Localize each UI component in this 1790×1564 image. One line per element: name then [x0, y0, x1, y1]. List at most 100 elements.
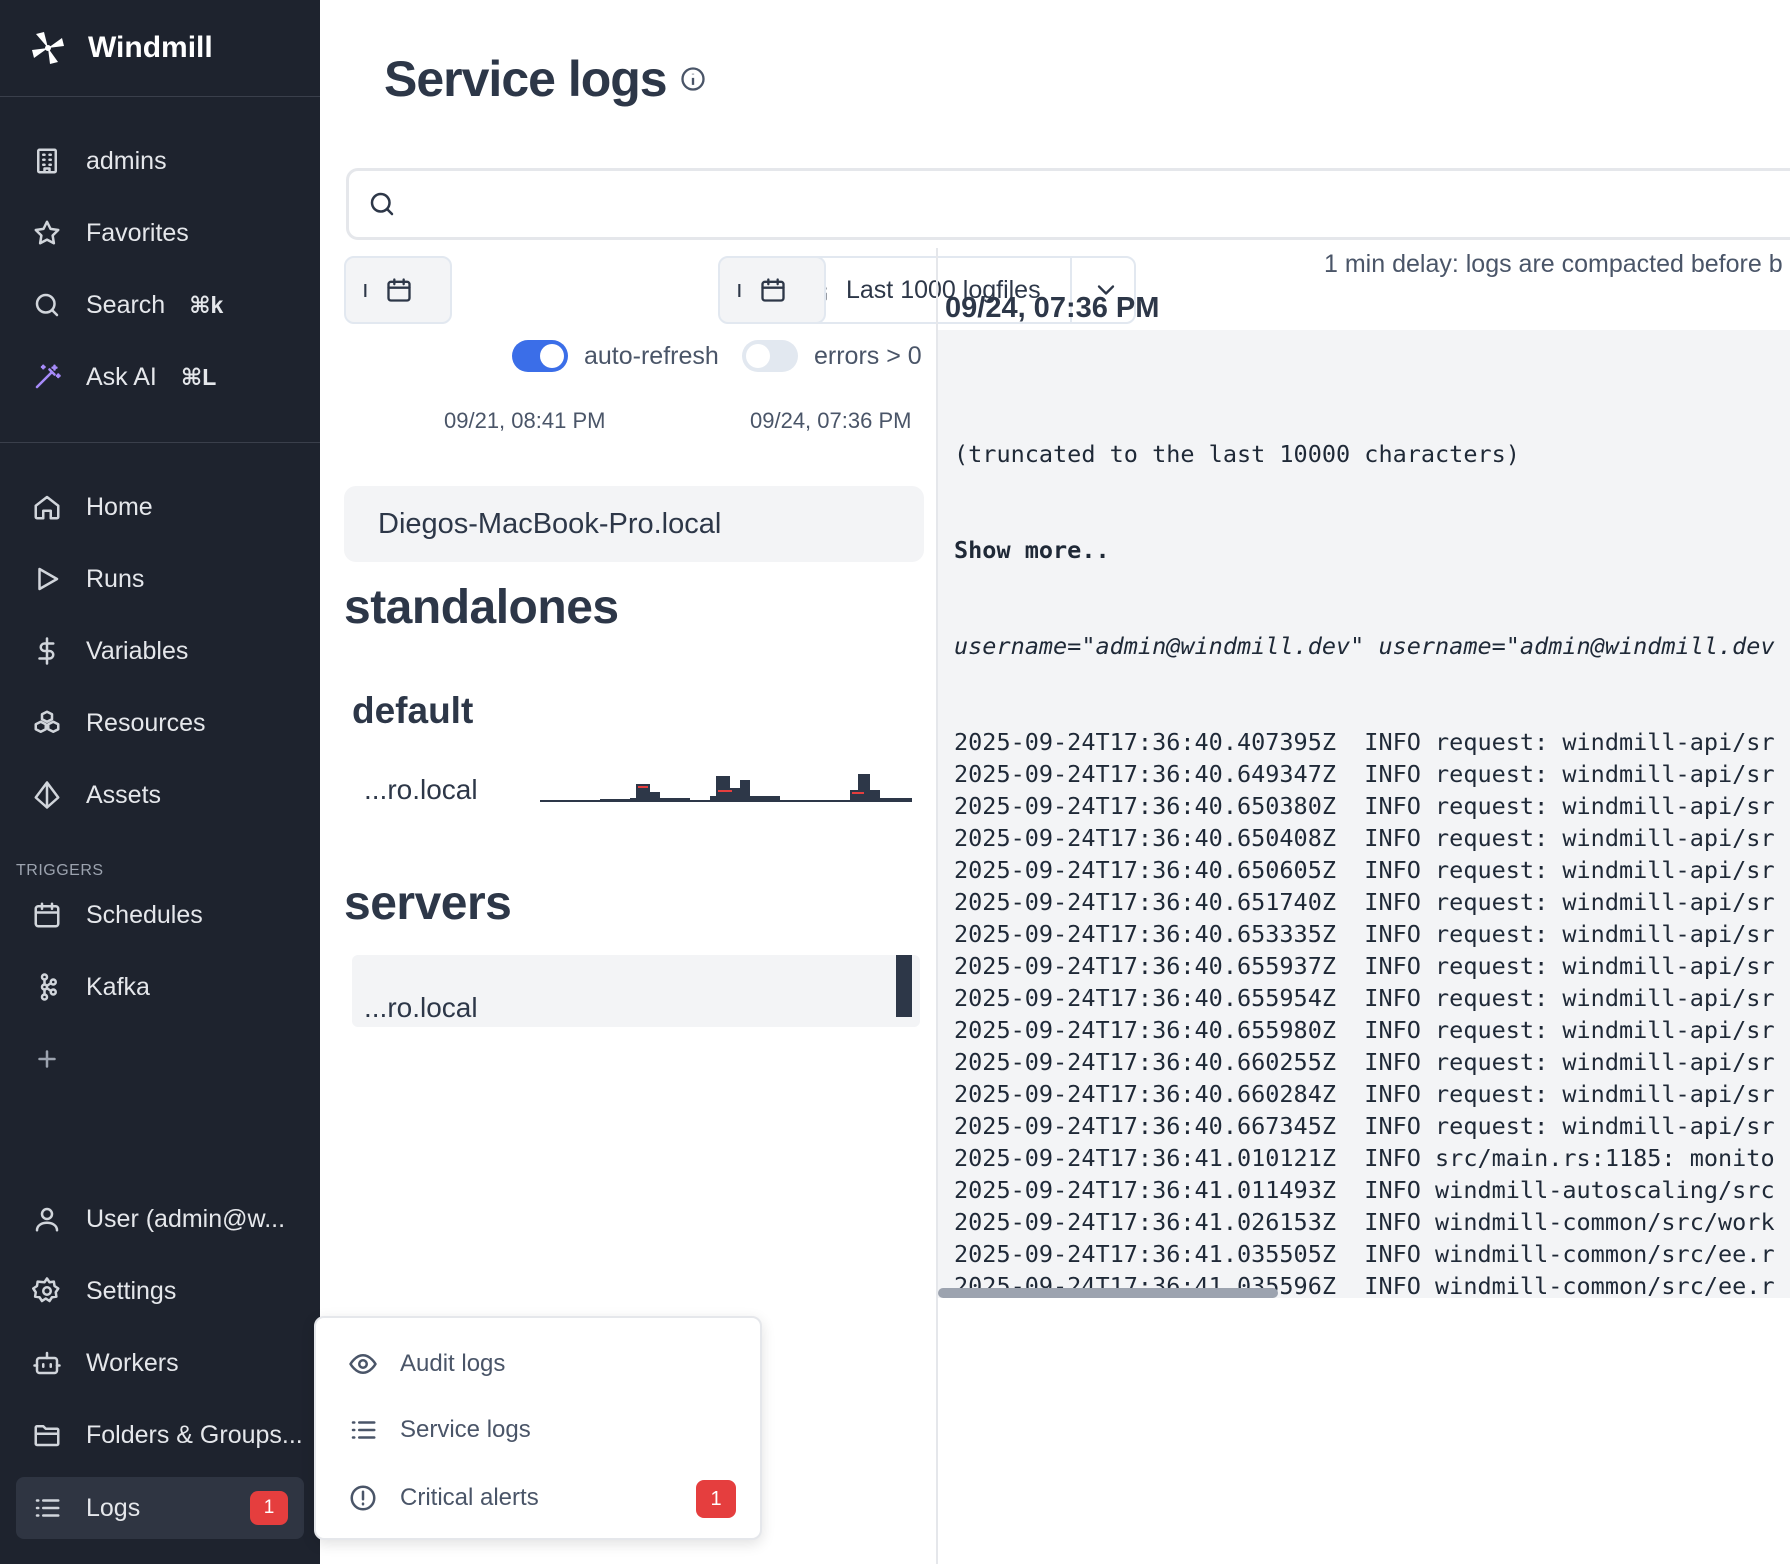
menu-item-service-logs[interactable]: Service logs [332, 1402, 744, 1458]
eye-icon [349, 1354, 377, 1374]
log-line: 2025-09-24T17:36:40.655937Z INFO request… [954, 952, 1775, 980]
logs-alert-badge: 1 [250, 1491, 288, 1525]
gear-icon [32, 1277, 60, 1303]
building-icon [37, 148, 57, 174]
sidebar-item-label: Logs [86, 1493, 141, 1522]
show-more-link[interactable]: Show more.. [954, 534, 1775, 566]
sidebar-item-user[interactable]: User (admin@w... [16, 1189, 304, 1249]
default-host-label[interactable]: ...ro.local [364, 774, 478, 806]
critical-alerts-badge: 1 [696, 1480, 736, 1518]
sidebar-item-search[interactable]: Search ⌘k [16, 275, 304, 335]
sidebar-item-logs[interactable]: Logs 1 [16, 1477, 304, 1539]
menu-item-label: Audit logs [400, 1350, 506, 1377]
sidebar-item-workers[interactable]: Workers [16, 1333, 304, 1393]
sidebar-item-schedules[interactable]: Schedules [16, 885, 304, 945]
shortcut-hint: ⌘k [189, 291, 224, 318]
standalones-heading: standalones [344, 581, 619, 634]
sidebar-item-variables[interactable]: Variables [16, 621, 304, 681]
auto-refresh-toggle[interactable] [512, 340, 568, 372]
sidebar-item-label: Variables [86, 636, 189, 665]
calendar-icon [34, 902, 60, 928]
sidebar-item-label: Settings [86, 1276, 177, 1305]
log-content[interactable]: (truncated to the last 10000 characters)… [938, 330, 1790, 1298]
shortcut-hint: ⌘L [180, 363, 217, 390]
triggers-section-label: TRIGGERS [16, 862, 104, 879]
range-start: 09/21, 08:41 PM [444, 408, 606, 433]
windmill-logo-icon [32, 32, 64, 64]
toggle-knob [746, 344, 770, 368]
play-icon [38, 567, 59, 591]
sidebar-item-runs[interactable]: Runs [16, 549, 304, 609]
log-line: 2025-09-24T17:36:40.660255Z INFO request… [954, 1048, 1775, 1076]
auto-refresh-label: auto-refresh [584, 342, 719, 370]
server-host-label[interactable]: ...ro.local [364, 992, 478, 1024]
sidebar-item-label: Resources [86, 708, 206, 737]
brand[interactable]: Windmill [0, 0, 320, 97]
kafka-icon [40, 973, 57, 1001]
search-input[interactable] [413, 190, 1613, 218]
server-activity-bar [896, 955, 912, 1017]
start-date-button[interactable]: ı [344, 256, 452, 324]
sidebar-item-resources[interactable]: Resources [16, 693, 304, 753]
end-date-button[interactable]: ı [718, 256, 826, 324]
list-icon [351, 1421, 376, 1439]
date-input-cursor: ı [362, 276, 369, 303]
selected-host[interactable]: Diegos-MacBook-Pro.local [344, 486, 924, 562]
boxes-icon [34, 710, 60, 733]
menu-item-critical-alerts[interactable]: Critical alerts 1 [332, 1470, 744, 1526]
log-line: 2025-09-24T17:36:40.650380Z INFO request… [954, 792, 1775, 820]
errors-filter-label: errors > 0 [814, 342, 922, 370]
sidebar-item-favorites[interactable]: Favorites [16, 203, 304, 263]
log-line: 2025-09-24T17:36:41.035505Z INFO windmil… [954, 1240, 1775, 1268]
user-icon [35, 1207, 59, 1232]
sidebar-item-kafka[interactable]: Kafka [16, 957, 304, 1017]
add-trigger-button[interactable] [16, 1029, 304, 1089]
sidebar-item-label: User (admin@w... [86, 1204, 286, 1233]
sidebar-item-label: Folders & Groups... [86, 1420, 303, 1449]
info-icon[interactable] [679, 65, 707, 93]
range-end: 09/24, 07:36 PM [750, 408, 912, 433]
sidebar-item-label: Favorites [86, 218, 189, 247]
page-title: Service logs [384, 50, 707, 108]
date-input-cursor: ı [736, 276, 743, 303]
log-line: 2025-09-24T17:36:40.651740Z INFO request… [954, 888, 1775, 916]
home-icon [34, 495, 60, 520]
sidebar-item-settings[interactable]: Settings [16, 1261, 304, 1321]
servers-heading: servers [344, 877, 512, 930]
log-line: 2025-09-24T17:36:41.011493Z INFO windmil… [954, 1176, 1775, 1204]
log-line: 2025-09-24T17:36:40.655980Z INFO request… [954, 1016, 1775, 1044]
wand-icon [35, 364, 61, 389]
username-line: username="admin@windmill.dev" username="… [954, 632, 1775, 660]
sidebar-item-label: Schedules [86, 900, 203, 929]
horizontal-scrollbar[interactable] [938, 1288, 1278, 1298]
sidebar-item-label: Ask AI [86, 362, 157, 391]
search-icon [35, 293, 59, 317]
log-line: 2025-09-24T17:36:40.650408Z INFO request… [954, 824, 1775, 852]
sidebar: Windmill admins Favorites Search ⌘k Ask … [0, 0, 320, 1564]
default-heading: default [352, 690, 474, 731]
truncated-notice: (truncated to the last 10000 characters) [954, 440, 1520, 468]
plus-icon [38, 1050, 56, 1068]
sidebar-item-assets[interactable]: Assets [16, 765, 304, 825]
bot-icon [33, 1351, 61, 1375]
log-text: (truncated to the last 10000 characters)… [954, 374, 1775, 1298]
sidebar-item-ask-ai[interactable]: Ask AI ⌘L [16, 347, 304, 407]
log-line: 2025-09-24T17:36:40.407395Z INFO request… [954, 728, 1775, 756]
folder-icon [34, 1425, 60, 1447]
log-line: 2025-09-24T17:36:41.010121Z INFO src/mai… [954, 1144, 1775, 1172]
log-line: 2025-09-24T17:36:41.026153Z INFO windmil… [954, 1208, 1775, 1236]
menu-item-audit-logs[interactable]: Audit logs [332, 1336, 744, 1392]
list-icon [35, 1499, 60, 1517]
sidebar-item-label: Kafka [86, 972, 150, 1001]
host-activity-sparkline[interactable] [540, 768, 912, 802]
log-line: 2025-09-24T17:36:40.649347Z INFO request… [954, 760, 1775, 788]
search-box[interactable] [346, 168, 1790, 240]
log-line: 2025-09-24T17:36:40.653335Z INFO request… [954, 920, 1775, 948]
sidebar-item-folders-groups[interactable]: Folders & Groups... [16, 1405, 304, 1465]
toggle-knob [540, 344, 564, 368]
errors-filter-toggle[interactable] [742, 340, 798, 372]
sidebar-item-home[interactable]: Home [16, 477, 304, 537]
star-icon [34, 220, 60, 245]
sidebar-item-admins[interactable]: admins [16, 131, 304, 191]
log-timestamp: 09/24, 07:36 PM [945, 292, 1160, 324]
